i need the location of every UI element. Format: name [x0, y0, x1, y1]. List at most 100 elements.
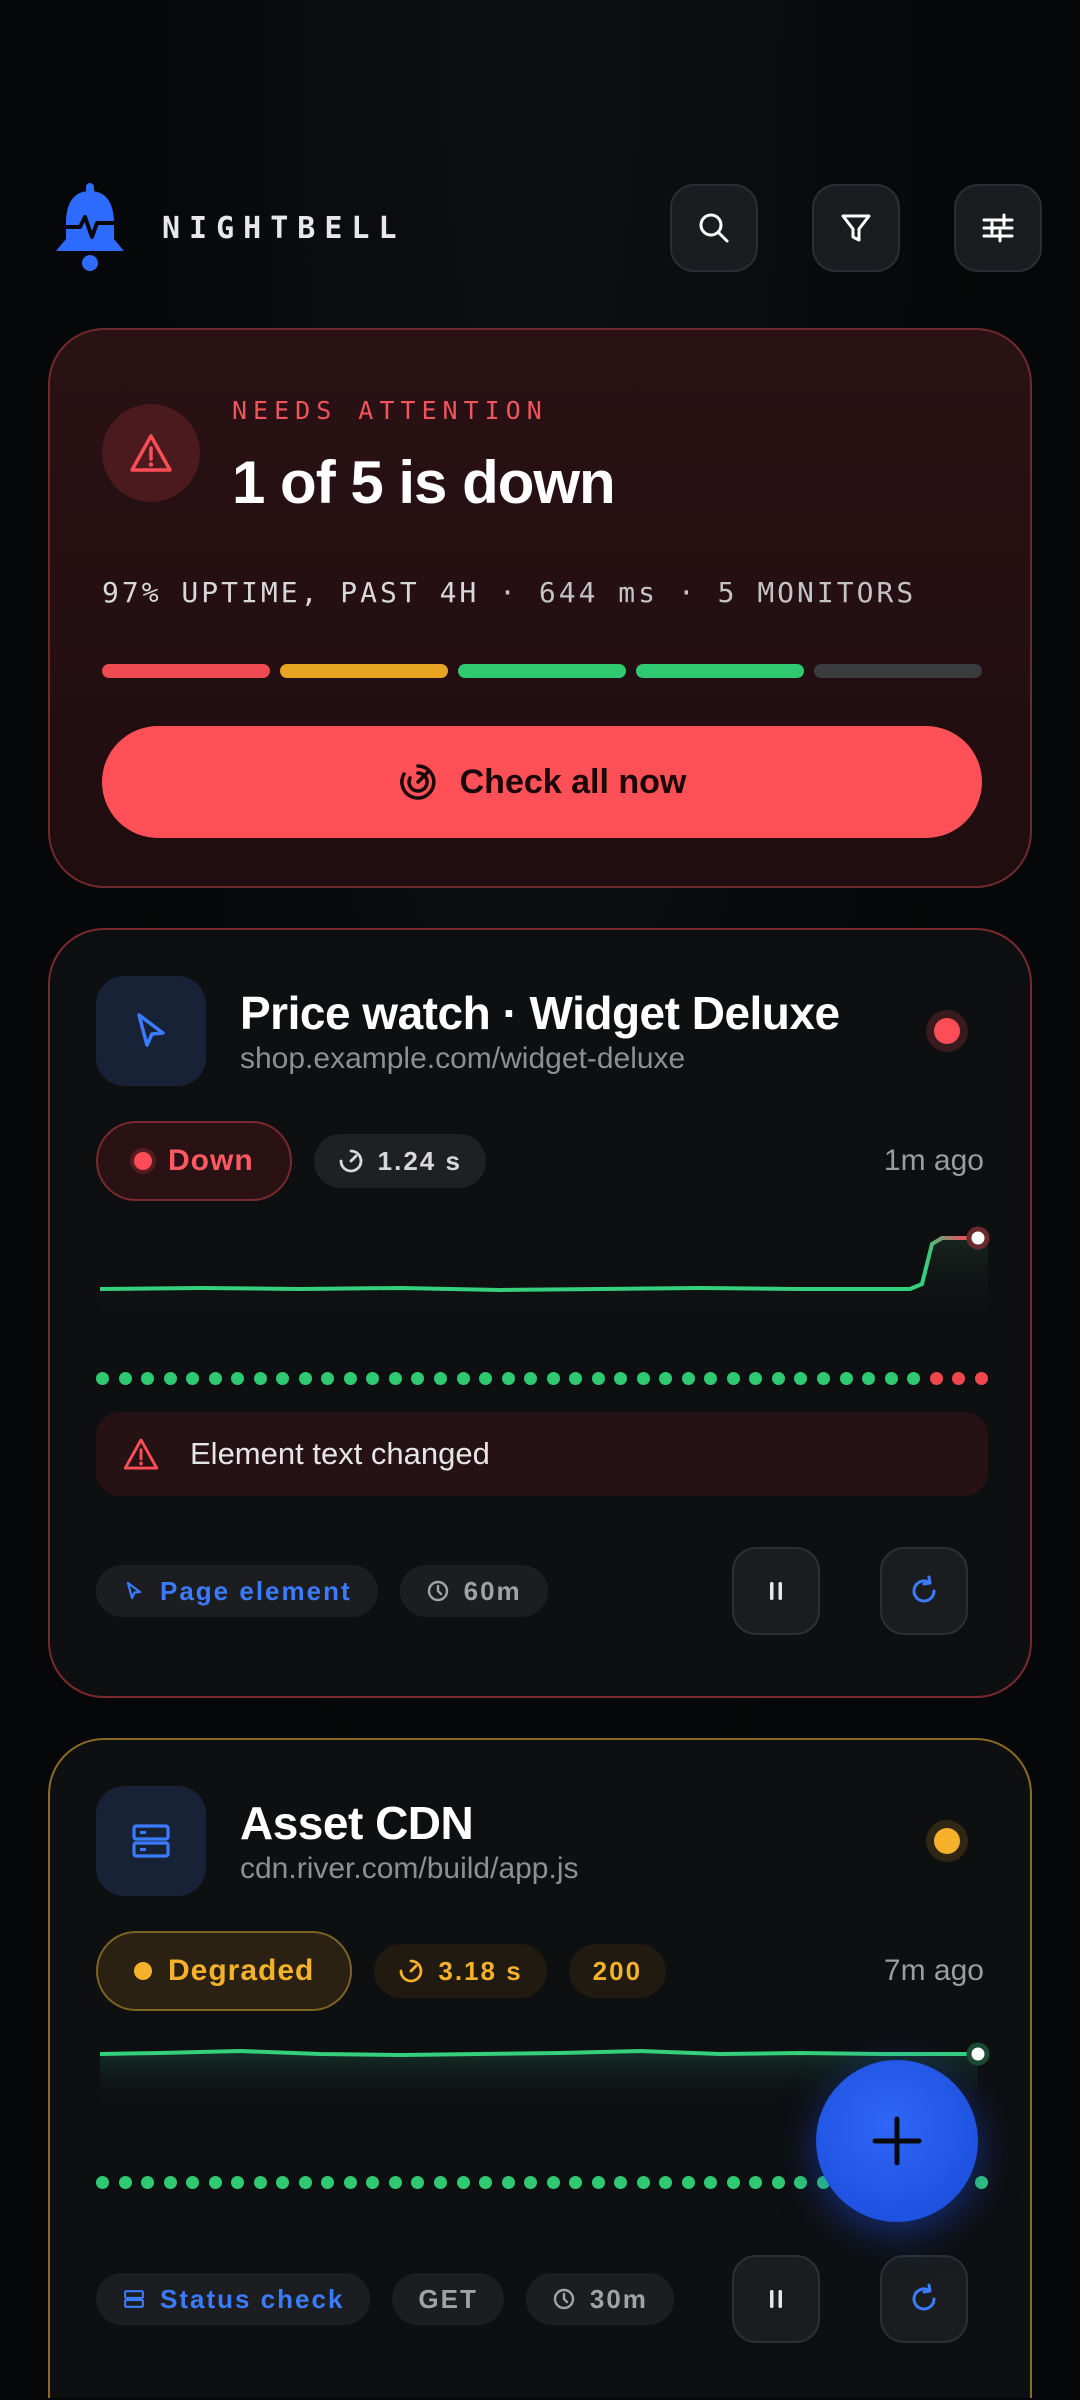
check-dot-up [749, 1372, 763, 1385]
radar-icon [399, 764, 436, 800]
latency-stat: 644 ms [538, 576, 659, 609]
check-dot-up [636, 1372, 650, 1385]
pause-button[interactable] [732, 1547, 820, 1635]
monitor-type-tag: Page element [96, 1565, 378, 1617]
check-dot-up [659, 1372, 673, 1385]
http-code-chip: 200 [568, 1944, 667, 1998]
check-dot-up [681, 1372, 695, 1385]
uptime-stat: 97% UPTIME, PAST 4H [102, 576, 480, 609]
last-checked: 7m ago [883, 1954, 984, 1987]
check-dot-up [479, 1372, 493, 1385]
check-dot-up [569, 1372, 583, 1385]
check-dot-up [208, 2176, 222, 2189]
check-dot-up [704, 2176, 718, 2189]
search-button[interactable] [670, 184, 758, 272]
check-dot-up [141, 2176, 155, 2189]
check-dot-up [388, 1372, 402, 1385]
check-dot-up [546, 1372, 560, 1385]
check-dot-up [163, 1372, 177, 1385]
check-dot-up [794, 1372, 808, 1385]
check-dot-up [298, 2176, 312, 2189]
check-dot-up [974, 2176, 988, 2189]
check-dot-up [411, 2176, 425, 2189]
check-dot-up [771, 1372, 785, 1385]
monitor-card-price-watch[interactable]: Price watch · Widget Deluxe shop.example… [48, 928, 1032, 1698]
last-checked: 1m ago [883, 1144, 984, 1177]
clock-icon [427, 1580, 448, 1602]
check-dot-up [276, 1372, 290, 1385]
check-dot-up [591, 1372, 605, 1385]
monitor-title: Price watch · Widget Deluxe [240, 987, 840, 1039]
status-badge: Down [96, 1121, 292, 1201]
warning-icon [130, 434, 172, 472]
check-dot-up [614, 1372, 628, 1385]
check-dot-up [163, 2176, 177, 2189]
check-dot-up [141, 1372, 155, 1385]
interval-tag: 30m [525, 2273, 674, 2325]
check-dot-up [433, 2176, 447, 2189]
cursor-icon [126, 1581, 142, 1600]
check-dot-up [659, 2176, 673, 2189]
check-dot-up [704, 1372, 718, 1385]
response-sparkline [100, 1226, 990, 1324]
warning-icon [123, 1438, 159, 1470]
check-dot-up [479, 2176, 493, 2189]
check-dot-up [388, 2176, 402, 2189]
segment-down [102, 664, 270, 678]
check-dot-up [186, 2176, 200, 2189]
check-all-button[interactable]: Check all now [102, 726, 982, 838]
check-dot-up [96, 1372, 109, 1385]
check-dot-up [253, 2176, 267, 2189]
summary-stats: 97% UPTIME, PAST 4H · 644 ms · 5 MONITOR… [102, 576, 917, 609]
check-dot-up [546, 2176, 560, 2189]
check-dot-up [208, 1372, 222, 1385]
segment-degraded [280, 664, 448, 678]
attention-eyebrow: NEEDS ATTENTION [232, 396, 548, 425]
monitor-type-tag: Status check [96, 2273, 371, 2325]
check-dot-up [298, 1372, 312, 1385]
check-dot-up [501, 1372, 515, 1385]
check-dot-up [817, 1372, 830, 1385]
check-dot-up [907, 1372, 921, 1385]
filter-button[interactable] [812, 184, 900, 272]
summary-title: 1 of 5 is down [232, 449, 616, 516]
pause-icon [770, 1582, 782, 1600]
app-brand: NIGHTBELL [162, 210, 406, 246]
add-monitor-button[interactable] [816, 2060, 978, 2222]
refresh-button[interactable] [880, 2255, 968, 2343]
refresh-button[interactable] [880, 1547, 968, 1635]
check-dot-up [569, 2176, 583, 2189]
pause-button[interactable] [732, 2255, 820, 2343]
response-time-chip: 1.24 s [313, 1134, 486, 1188]
settings-button[interactable] [954, 184, 1042, 272]
response-time-chip: 3.18 s [374, 1944, 547, 1998]
app-header: NIGHTBELL [52, 180, 1042, 276]
status-dot [934, 1018, 960, 1044]
check-all-label: Check all now [459, 762, 687, 801]
http-method-tag: GET [392, 2273, 504, 2325]
check-dot-up [343, 1372, 357, 1385]
check-dot-up [343, 2176, 357, 2189]
alert-message: Element text changed [96, 1412, 988, 1496]
check-dot-up [726, 1372, 740, 1385]
check-dot-up [456, 2176, 470, 2189]
status-segments [102, 664, 982, 678]
check-dot-up [186, 1372, 200, 1385]
refresh-icon [912, 2283, 936, 2311]
check-dot-up [231, 2176, 245, 2189]
check-dot-up [366, 2176, 380, 2189]
server-icon [124, 2290, 144, 2308]
pause-icon [770, 2290, 782, 2308]
filter-icon [841, 214, 871, 242]
server-icon [96, 1786, 206, 1896]
check-dot-up [839, 1372, 853, 1385]
interval-tag: 60m [399, 1565, 548, 1617]
search-icon [699, 213, 729, 243]
check-dot-up [771, 2176, 785, 2189]
warning-badge [102, 404, 200, 502]
plus-icon [872, 2116, 922, 2166]
bell-logo-icon [52, 183, 128, 273]
check-dot-down [974, 1372, 988, 1385]
check-dot-up [433, 1372, 447, 1385]
check-dot-up [411, 1372, 425, 1385]
